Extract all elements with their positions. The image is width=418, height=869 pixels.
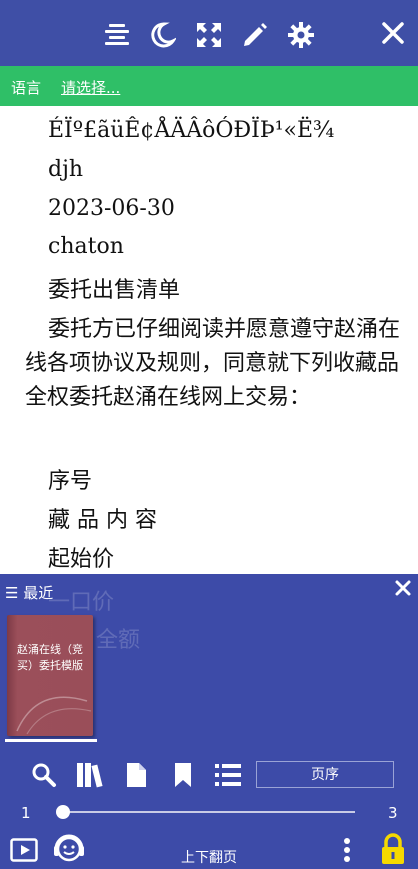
doc-line: 藏 品 内 容 xyxy=(48,508,157,533)
page-turn-mode-label[interactable]: 上下翻页 xyxy=(0,847,418,867)
moon-icon[interactable] xyxy=(148,21,176,49)
language-label: 语言 xyxy=(11,79,42,97)
language-bar: 语言 请选择... xyxy=(0,66,418,106)
book-cover[interactable]: 赵涌在线（竞买）委托模版 xyxy=(7,615,93,736)
doc-line: ÉÏº£ãüÊ¢ÅÄÂôÓÐÏÞ¹«Ë¾ xyxy=(48,118,335,143)
page-order-button[interactable]: 页序 xyxy=(256,761,394,788)
top-toolbar xyxy=(0,0,418,66)
doc-paragraph: 委托方已仔细阅读并愿意遵守赵涌在线各项协议及规则，同意就下列收藏品全权委托赵涌在… xyxy=(25,317,401,410)
doc-line: chaton xyxy=(48,234,124,259)
close-panel-icon[interactable] xyxy=(394,579,412,597)
book-title: 赵涌在线（竞买）委托模版 xyxy=(17,643,83,672)
list-icon[interactable] xyxy=(214,762,242,788)
book-cover-curve-icon xyxy=(16,696,92,735)
ghost-text: 全额 xyxy=(96,628,141,653)
lock-icon[interactable] xyxy=(380,833,406,865)
ghost-text: 一口价 xyxy=(48,590,115,615)
close-icon[interactable] xyxy=(380,20,406,46)
doc-line: 序号 xyxy=(48,469,93,494)
search-icon[interactable] xyxy=(31,762,57,788)
doc-line: 2023-06-30 xyxy=(48,196,175,221)
document-icon[interactable] xyxy=(125,762,147,788)
recent-panel: 一口价 全额 ☰ 最近 赵涌在线（竞买）委托模版 页序 1 3 上下翻页 xyxy=(0,574,418,869)
doc-line: djh xyxy=(48,157,84,182)
page-end-number: 3 xyxy=(388,804,398,822)
align-icon[interactable] xyxy=(103,21,131,49)
page-start-number: 1 xyxy=(21,804,31,822)
book-selection-indicator xyxy=(5,739,97,742)
doc-line: 起始价 xyxy=(48,547,115,572)
pencil-icon[interactable] xyxy=(241,21,269,49)
library-icon[interactable] xyxy=(76,762,108,788)
recent-label[interactable]: ☰ 最近 xyxy=(5,582,53,603)
more-icon[interactable] xyxy=(343,837,351,863)
page-slider[interactable] xyxy=(63,811,355,813)
fullscreen-icon[interactable] xyxy=(195,21,223,49)
document-view: ÉÏº£ãüÊ¢ÅÄÂôÓÐÏÞ¹«Ë¾ djh 2023-06-30 chat… xyxy=(0,106,418,574)
language-select-link[interactable]: 请选择... xyxy=(61,77,120,98)
doc-line: 委托出售清单 xyxy=(48,278,181,303)
page-slider-knob[interactable] xyxy=(56,805,70,819)
bookmark-icon[interactable] xyxy=(173,762,193,788)
gear-icon[interactable] xyxy=(287,21,315,49)
